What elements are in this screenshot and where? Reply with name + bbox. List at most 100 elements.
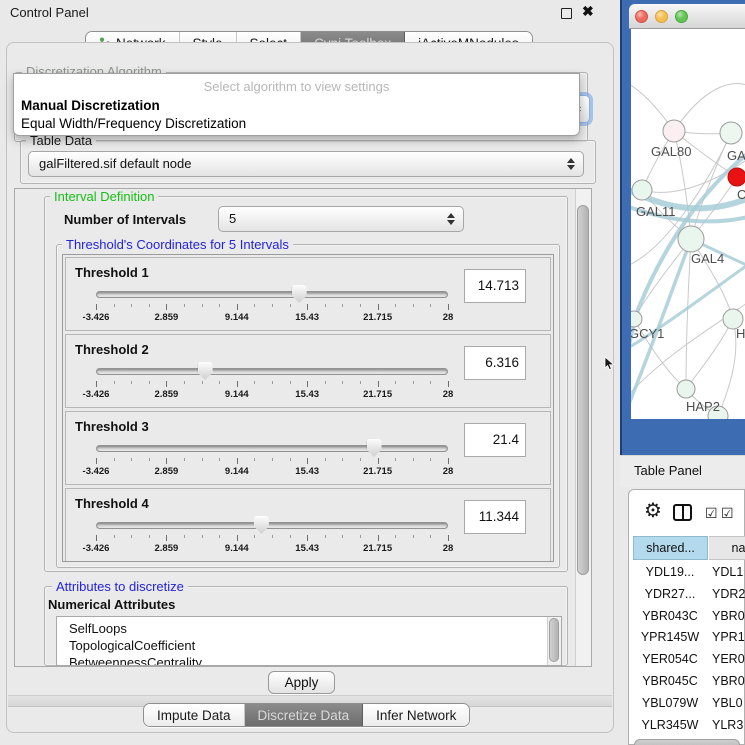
combo-stepper-icon bbox=[447, 213, 455, 225]
table-panel-title: Table Panel bbox=[634, 463, 702, 478]
interval-definition-title: Interval Definition bbox=[50, 189, 158, 204]
tick-label: -3.426 bbox=[83, 466, 110, 477]
table-row[interactable]: YER054CYER0 bbox=[630, 649, 745, 671]
table-row[interactable]: YBR043CYBR0 bbox=[630, 606, 745, 628]
cell-name: YBR0 bbox=[712, 671, 745, 692]
num-intervals-combo[interactable]: 5 bbox=[218, 206, 464, 232]
combo-stepper-icon bbox=[567, 158, 575, 170]
threshold-row: Threshold 2 -3.4262.8599.14415.4321.7152… bbox=[65, 334, 551, 408]
cell-name: YPR1 bbox=[712, 627, 745, 648]
table-data-combo[interactable]: galFiltered.sif default node bbox=[28, 151, 584, 177]
app-root: { "control_panel": { "title": "Control P… bbox=[0, 0, 745, 745]
node-label-ga: GA bbox=[727, 148, 745, 163]
dropdown-item-equal-width-frequency-discretization[interactable]: Equal Width/Frequency Discretization bbox=[21, 116, 246, 131]
tick-label: 28 bbox=[443, 312, 454, 323]
tick-label: 2.859 bbox=[155, 466, 179, 477]
cell-shared-name: YER054C bbox=[632, 649, 708, 670]
tick-label: 15.43 bbox=[295, 543, 319, 554]
network-node[interactable] bbox=[677, 380, 695, 398]
threshold-value-field[interactable]: 21.4 bbox=[464, 423, 526, 457]
table-row[interactable]: YPR145WYPR1 bbox=[630, 627, 745, 649]
threshold-value-field[interactable]: 11.344 bbox=[464, 500, 526, 534]
attribute-item-selfloops[interactable]: SelfLoops bbox=[57, 617, 561, 637]
table-row[interactable]: YLR345WYLR3 bbox=[630, 715, 745, 737]
table-row[interactable]: YDR27...YDR2 bbox=[630, 584, 745, 606]
node-label-gcy1: GCY1 bbox=[631, 326, 664, 341]
cell-shared-name: YPR145W bbox=[632, 627, 708, 648]
cell-shared-name: YBR043C bbox=[632, 606, 708, 627]
tick-label: 28 bbox=[443, 389, 454, 400]
node-label-hap2: HAP2 bbox=[686, 399, 720, 414]
tick-label: -3.426 bbox=[83, 389, 110, 400]
tick-label: 9.144 bbox=[225, 312, 249, 323]
zoom-traffic-light[interactable] bbox=[675, 10, 688, 23]
network-node[interactable] bbox=[632, 180, 652, 200]
select-column-checkbox-icon[interactable]: ☑ bbox=[721, 505, 734, 522]
cell-name: YDL1 bbox=[712, 562, 743, 583]
threshold-value-field[interactable]: 14.713 bbox=[464, 269, 526, 303]
node-label-gal4: GAL4 bbox=[691, 251, 724, 266]
tick-label: -3.426 bbox=[83, 543, 110, 554]
close-traffic-light[interactable] bbox=[635, 10, 648, 23]
tick-label: 9.144 bbox=[225, 389, 249, 400]
tick-label: 21.715 bbox=[363, 466, 392, 477]
network-node[interactable] bbox=[728, 168, 745, 186]
attribute-item-betweennesscentrality[interactable]: BetweennessCentrality bbox=[57, 654, 561, 666]
column-header-name[interactable]: na bbox=[709, 536, 745, 560]
columns-icon[interactable] bbox=[673, 504, 692, 521]
table-hscrollbar-thumb[interactable] bbox=[634, 739, 740, 745]
tick-label: 15.43 bbox=[295, 389, 319, 400]
tab-infer-network[interactable]: Infer Network bbox=[363, 704, 469, 726]
tick-label: 28 bbox=[443, 466, 454, 477]
tab-label: Impute Data bbox=[157, 704, 231, 727]
node-label-h: H bbox=[736, 326, 745, 341]
select-all-checkbox-icon[interactable]: ☑ bbox=[705, 505, 718, 522]
minimize-traffic-light[interactable] bbox=[655, 10, 668, 23]
close-icon[interactable]: ✖ bbox=[582, 3, 594, 20]
threshold-row: Threshold 1 -3.4262.8599.14415.4321.7152… bbox=[65, 257, 551, 331]
tab-discretize-data[interactable]: Discretize Data bbox=[245, 704, 364, 726]
attribute-item-topologicalcoefficient[interactable]: TopologicalCoefficient bbox=[57, 637, 561, 654]
column-header-shared-name[interactable]: shared... bbox=[633, 536, 708, 560]
thresholds-scrollarea: Threshold 1 -3.4262.8599.14415.4321.7152… bbox=[62, 254, 554, 562]
apply-button[interactable]: Apply bbox=[268, 671, 335, 694]
network-window-titlebar[interactable] bbox=[629, 4, 745, 29]
cell-shared-name: YBL079W bbox=[632, 693, 708, 714]
tick-label: 21.715 bbox=[363, 543, 392, 554]
tick-label: 28 bbox=[443, 543, 454, 554]
tick-label: 21.715 bbox=[363, 312, 392, 323]
attributes-scrollbar-thumb[interactable] bbox=[549, 618, 559, 662]
gear-icon[interactable]: ⚙ bbox=[644, 501, 662, 521]
tab-impute-data[interactable]: Impute Data bbox=[144, 704, 245, 726]
mouse-cursor bbox=[604, 356, 616, 371]
cell-name: YBR0 bbox=[712, 606, 745, 627]
tick-label: -3.426 bbox=[83, 312, 110, 323]
network-node[interactable] bbox=[720, 122, 742, 144]
num-intervals-label: Number of Intervals bbox=[64, 212, 186, 227]
network-node[interactable] bbox=[663, 120, 685, 142]
tick-label: 15.43 bbox=[295, 312, 319, 323]
cell-name: YBL0 bbox=[712, 693, 743, 714]
tick-label: 2.859 bbox=[155, 389, 179, 400]
threshold-value-field[interactable]: 6.316 bbox=[464, 346, 526, 380]
bottom-tabbar: Impute Data Discretize Data Infer Network bbox=[143, 703, 470, 727]
tick-label: 2.859 bbox=[155, 312, 179, 323]
cell-shared-name: YDL19... bbox=[632, 562, 708, 583]
attributes-list: SelfLoopsTopologicalCoefficientBetweenne… bbox=[56, 616, 562, 666]
numerical-attributes-label: Numerical Attributes bbox=[48, 597, 175, 612]
attributes-group-title: Attributes to discretize bbox=[52, 579, 188, 594]
cell-shared-name: YLR345W bbox=[632, 715, 708, 736]
tick-label: 9.144 bbox=[225, 543, 249, 554]
thresholds-group-title: Threshold's Coordinates for 5 Intervals bbox=[62, 237, 293, 252]
network-node[interactable] bbox=[631, 311, 642, 327]
table-row[interactable]: YDL19...YDL1 bbox=[630, 562, 745, 584]
float-window-icon[interactable] bbox=[561, 8, 572, 19]
network-canvas[interactable]: GAL80GACGAL11GAL4GCY1HHAP2 bbox=[631, 29, 745, 419]
tick-label: 9.144 bbox=[225, 466, 249, 477]
settings-scrollbar-thumb[interactable] bbox=[577, 205, 589, 575]
table-row[interactable]: YBR045CYBR0 bbox=[630, 671, 745, 693]
dropdown-item-manual-discretization[interactable]: Manual Discretization bbox=[21, 98, 160, 113]
network-node[interactable] bbox=[678, 226, 704, 252]
table-row[interactable]: YBL079WYBL0 bbox=[630, 693, 745, 715]
tab-label: Infer Network bbox=[376, 704, 456, 727]
